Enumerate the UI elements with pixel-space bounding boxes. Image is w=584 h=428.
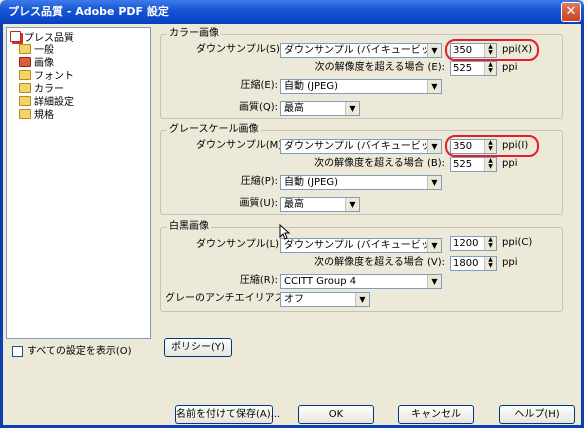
show-all-settings-checkbox[interactable] [12,346,23,357]
tree-item-advanced[interactable]: 詳細設定 [19,96,74,109]
mono-downsample-select[interactable]: ダウンサンプル (バイキュービック法) ▼ [280,238,442,253]
chevron-down-icon: ▼ [345,198,359,211]
gray-compression-label: 圧縮(P): [240,176,278,187]
chevron-down-icon: ▼ [427,239,441,252]
ok-button[interactable]: OK [298,405,374,424]
spinner-icon[interactable]: ▲ ▼ [484,62,496,75]
settings-tree: プレス品質 一般 画像 フォント カラー 詳細設定 規格 [6,27,151,339]
tree-item-standards[interactable]: 規格 [19,109,54,122]
input-value: 525 [453,159,473,170]
tree-item-label: 一般 [34,45,54,56]
select-value: ダウンサンプル (バイキュービック法) [284,45,442,56]
chevron-down-icon: ▼ [427,275,441,288]
chevron-down-icon: ▼ [345,102,359,115]
folder-icon [19,83,31,93]
mono-antialias-label: グレーのアンチエイリアス(G): [165,293,304,304]
folder-icon [19,44,31,54]
color-quality-select[interactable]: 最高 ▼ [280,101,360,116]
spinner-icon[interactable]: ▲ ▼ [484,237,496,250]
close-button[interactable]: ✕ [561,2,581,22]
mono-above-unit: ppi [502,257,518,268]
select-value: 自動 (JPEG) [284,177,339,188]
title-bar: プレス品質 - Adobe PDF 設定 ✕ [0,0,584,24]
folder-icon [19,109,31,119]
gray-above-unit: ppi [502,158,518,169]
tree-item-images[interactable]: 画像 [19,57,54,70]
input-value: 525 [453,63,473,74]
chevron-down-icon: ▼ [427,140,441,153]
tree-item-label: フォント [34,71,74,82]
select-value: ダウンサンプル (バイキュービック法) [284,240,442,251]
spinner-icon[interactable]: ▲ ▼ [484,158,496,171]
select-value: ダウンサンプル (バイキュービック法) [284,141,442,152]
mouse-cursor-icon [279,224,291,240]
select-value: オフ [284,294,304,305]
gray-above-label: 次の解像度を超える場合 (B): [314,158,445,169]
color-above-unit: ppi [502,62,518,73]
color-above-label: 次の解像度を超える場合 (E): [314,62,445,73]
cancel-button[interactable]: キャンセル [398,405,474,424]
mono-antialias-select[interactable]: オフ ▼ [280,292,370,307]
tree-item-label: 詳細設定 [34,97,74,108]
folder-icon [19,96,31,106]
color-compression-select[interactable]: 自動 (JPEG) ▼ [280,79,442,94]
folder-open-icon [19,57,31,67]
tree-item-label: 規格 [34,110,54,121]
tree-item-root[interactable]: プレス品質 [10,31,74,44]
highlight-annotation [445,135,539,157]
pdf-settings-icon [10,31,21,42]
mono-downsample-label: ダウンサンプル(L): [196,239,283,250]
tree-item-general[interactable]: 一般 [19,44,54,57]
group-title: カラー画像 [167,28,221,40]
show-all-settings-label: すべての設定を表示(O) [27,346,132,357]
color-downsample-select[interactable]: ダウンサンプル (バイキュービック法) ▼ [280,43,442,58]
folder-icon [19,70,31,80]
gray-quality-select[interactable]: 最高 ▼ [280,197,360,212]
mono-above-label: 次の解像度を超える場合 (V): [314,257,445,268]
chevron-down-icon: ▼ [355,293,369,306]
help-button[interactable]: ヘルプ(H) [499,405,575,424]
highlight-annotation [445,39,539,61]
policy-button[interactable]: ポリシー(Y) [164,338,232,357]
mono-compression-select[interactable]: CCITT Group 4 ▼ [280,274,442,289]
input-value: 1200 [453,238,479,249]
tree-item-label: 画像 [34,58,54,69]
mono-ppi-unit: ppi(C) [502,237,533,248]
color-quality-label: 画質(Q): [238,102,278,113]
color-compression-label: 圧縮(E): [240,80,279,91]
tree-item-fonts[interactable]: フォント [19,70,74,83]
select-value: 最高 [284,199,304,210]
gray-compression-select[interactable]: 自動 (JPEG) ▼ [280,175,442,190]
select-value: CCITT Group 4 [284,276,357,287]
tree-item-label: カラー [34,84,64,95]
group-title: グレースケール画像 [167,124,261,136]
tree-item-color[interactable]: カラー [19,83,64,96]
gray-quality-label: 画質(U): [239,198,279,209]
gray-downsample-select[interactable]: ダウンサンプル (バイキュービック法) ▼ [280,139,442,154]
gray-downsample-label: ダウンサンプル(M): [196,140,286,151]
color-above-input[interactable]: 525 ▲ ▼ [450,61,497,76]
chevron-down-icon: ▼ [427,176,441,189]
select-value: 自動 (JPEG) [284,81,339,92]
mono-above-input[interactable]: 1800 ▲ ▼ [450,256,497,271]
mono-compression-label: 圧縮(R): [239,275,278,286]
color-downsample-label: ダウンサンプル(S): [196,44,284,55]
gray-above-input[interactable]: 525 ▲ ▼ [450,157,497,172]
window-title: プレス品質 - Adobe PDF 設定 [8,5,169,18]
mono-ppi-input[interactable]: 1200 ▲ ▼ [450,236,497,251]
select-value: 最高 [284,103,304,114]
spinner-icon[interactable]: ▲ ▼ [484,257,496,270]
close-icon: ✕ [565,4,577,19]
input-value: 1800 [453,258,479,269]
chevron-down-icon: ▼ [427,44,441,57]
save-as-button[interactable]: 名前を付けて保存(A)... [175,405,280,424]
chevron-down-icon: ▼ [427,80,441,93]
tree-item-label: プレス品質 [24,33,74,44]
group-title: 白黒画像 [167,221,211,233]
